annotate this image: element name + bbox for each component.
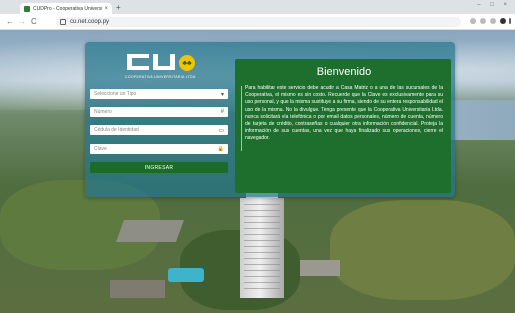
swimming-pool (168, 268, 204, 282)
password-input[interactable]: Clave 🔒 (90, 144, 228, 154)
extension-icon-2[interactable] (490, 18, 496, 24)
id-card-placeholder: Cédula de Identidad (94, 127, 139, 133)
reload-button[interactable]: C (31, 17, 37, 27)
green-field-2 (330, 200, 515, 300)
cooperative-logo: ♣♣ COOPERATIVA UNIVERSITARIA LTDA (125, 54, 195, 84)
id-card-input[interactable]: Cédula de Identidad ▭ (90, 125, 228, 135)
extension-icon[interactable] (480, 18, 486, 24)
logo-emblem-icon: ♣♣ (179, 55, 195, 71)
account-type-placeholder: Seleccione un Tipo (94, 91, 137, 97)
menu-icon[interactable] (509, 18, 511, 24)
address-bar[interactable]: cu.net.coop.py (56, 17, 461, 27)
building-roof (115, 220, 185, 242)
id-card-icon: ▭ (218, 127, 224, 134)
account-type-select[interactable]: Seleccione un Tipo ▾ (90, 89, 228, 99)
forward-button[interactable]: → (18, 17, 26, 27)
tower-building (240, 198, 284, 298)
number-placeholder: Número (94, 109, 112, 115)
hash-icon: # (220, 109, 224, 115)
logo-letters (127, 54, 179, 72)
bookmark-star-icon[interactable] (470, 18, 476, 24)
url-text[interactable]: cu.net.coop.py (70, 19, 109, 25)
tab-title: CUDPro - Cooperativa Universitaria (33, 5, 102, 12)
browser-tab-strip: CUDPro - Cooperativa Universitaria × + –… (0, 0, 515, 14)
tab-close-icon[interactable]: × (104, 6, 108, 12)
browser-tab[interactable]: CUDPro - Cooperativa Universitaria × (20, 3, 112, 14)
site-favicon-icon (24, 5, 30, 12)
lock-icon (60, 19, 66, 25)
building-roof-2 (300, 260, 340, 276)
password-placeholder: Clave (94, 146, 107, 152)
new-tab-button[interactable]: + (116, 3, 121, 12)
welcome-title: Bienvenido (316, 66, 372, 78)
logo-emblem-glyph: ♣♣ (182, 59, 192, 67)
chevron-down-icon: ▾ (220, 91, 224, 98)
browser-toolbar: ← → C cu.net.coop.py (0, 14, 515, 30)
login-card: ♣♣ COOPERATIVA UNIVERSITARIA LTDA Selecc… (85, 42, 455, 197)
lock-icon: 🔒 (217, 146, 224, 152)
profile-avatar[interactable] (500, 18, 506, 24)
number-input[interactable]: Número # (90, 107, 228, 117)
window-controls[interactable]: – □ × (477, 2, 511, 8)
logo-subtitle: COOPERATIVA UNIVERSITARIA LTDA (125, 75, 196, 79)
welcome-panel: Bienvenido Para habilitar este servicio … (235, 59, 451, 193)
login-button[interactable]: INGRESAR (90, 162, 228, 173)
welcome-message: Para habilitar este servicio debe acudir… (245, 85, 443, 142)
back-button[interactable]: ← (6, 17, 14, 27)
building-roof-3 (110, 280, 165, 298)
accent-bar (241, 86, 242, 151)
